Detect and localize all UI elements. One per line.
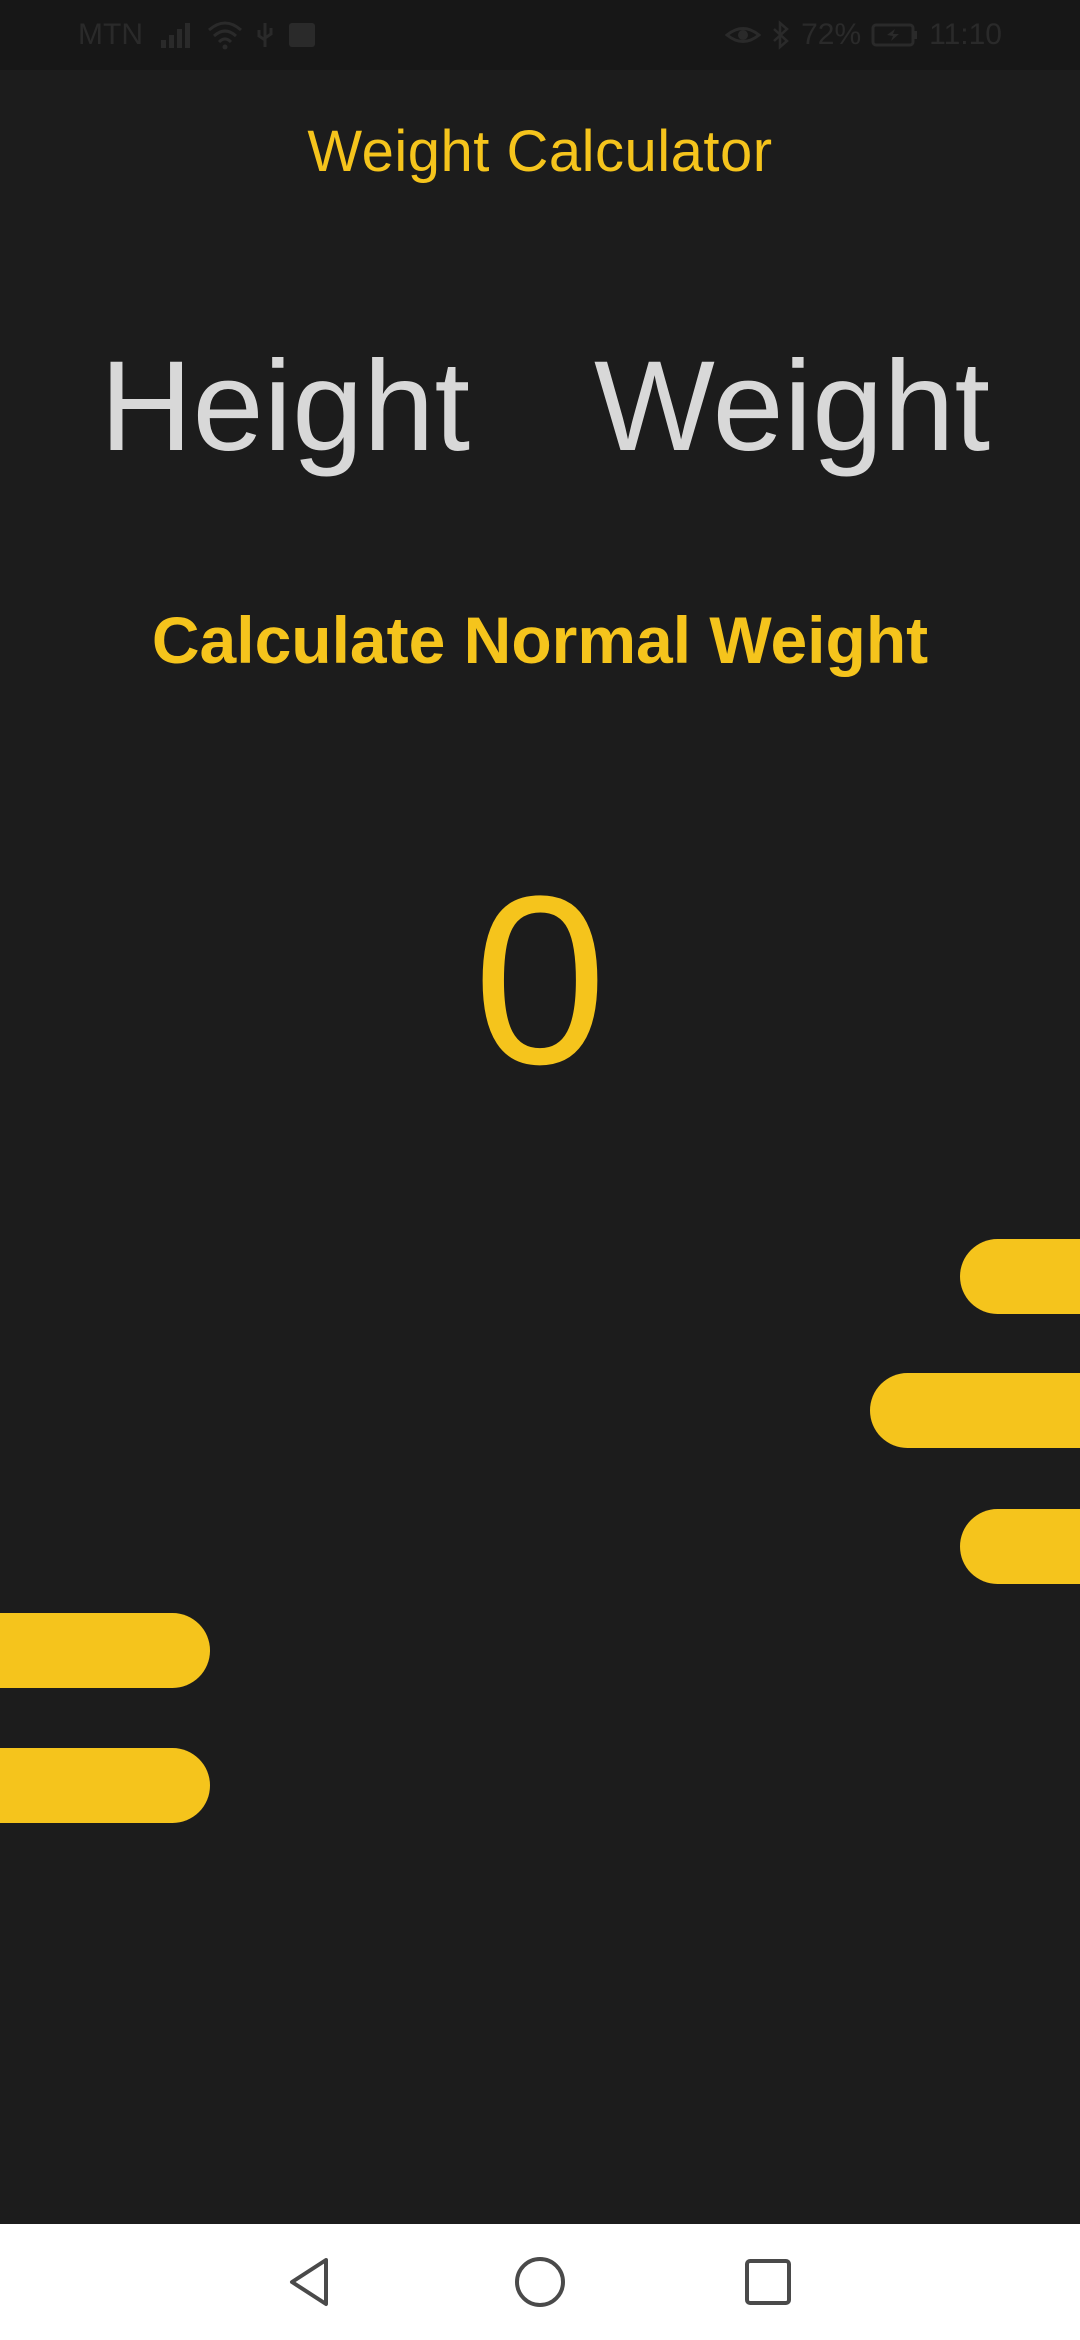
back-icon[interactable]	[280, 2252, 340, 2312]
weight-input[interactable]: Weight	[594, 332, 990, 482]
carrier-name: MTN	[78, 18, 143, 51]
decorative-pill	[870, 1373, 1080, 1448]
height-input[interactable]: Height	[100, 332, 470, 482]
clock: 11:10	[929, 18, 1002, 51]
recents-icon[interactable]	[738, 2252, 798, 2312]
result-value: 0	[473, 846, 607, 1114]
battery-icon	[871, 20, 919, 50]
app-screen: MTN 72% 11:10 Weight Calculator Height W…	[0, 0, 1080, 2340]
decorative-pill	[960, 1239, 1080, 1314]
eye-icon	[725, 20, 762, 50]
decorative-pill	[0, 1613, 210, 1688]
status-left: MTN	[78, 0, 317, 70]
usb-icon	[255, 20, 275, 50]
home-icon[interactable]	[510, 2252, 570, 2312]
signal-icon	[155, 20, 195, 50]
wifi-icon	[207, 20, 243, 50]
app-title: Weight Calculator	[307, 119, 773, 184]
system-nav-bar	[0, 2224, 1080, 2340]
notification-icon	[287, 20, 317, 50]
status-right: 72% 11:10	[725, 0, 1002, 70]
status-bar: MTN 72% 11:10	[0, 0, 1080, 70]
calculate-button[interactable]: Calculate Normal Weight	[0, 602, 1080, 678]
bluetooth-icon	[771, 20, 791, 50]
decorative-pill	[960, 1509, 1080, 1584]
decorative-pill	[0, 1748, 210, 1823]
battery-percent: 72%	[801, 18, 862, 51]
